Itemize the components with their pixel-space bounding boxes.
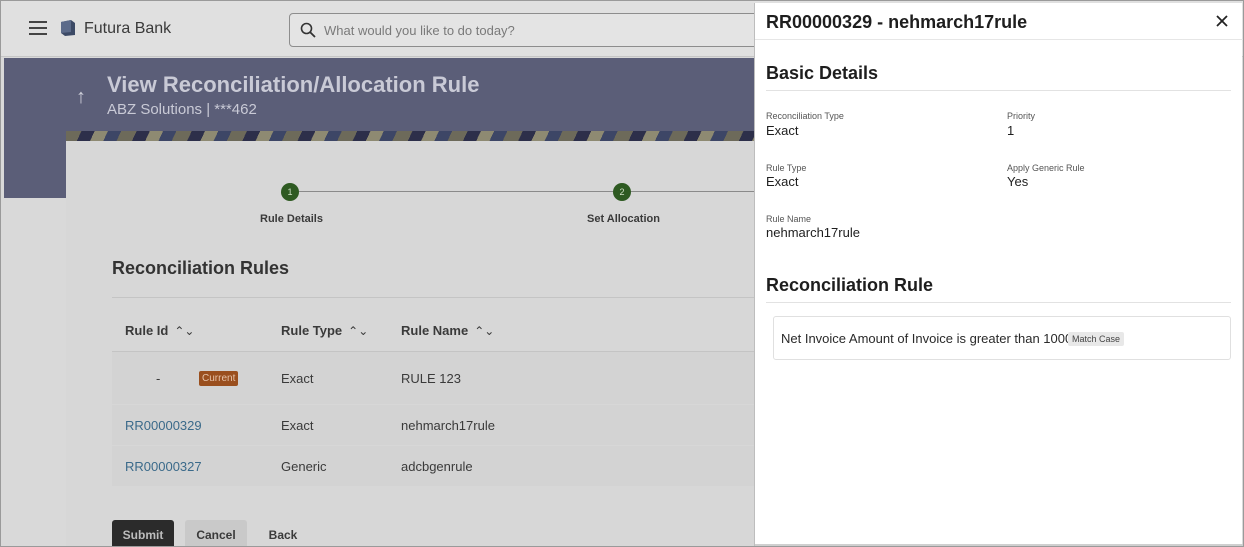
rule-type-value: Exact — [766, 174, 799, 189]
rule-type-label: Rule Type — [766, 163, 807, 173]
screen: Futura Bank What would you like to do to… — [0, 0, 1244, 547]
rule-id-cell: - — [156, 371, 161, 386]
back-button[interactable]: Back — [259, 520, 307, 546]
match-case-badge: Match Case — [1068, 332, 1125, 346]
search-placeholder: What would you like to do today? — [324, 23, 515, 38]
priority-label: Priority — [1007, 111, 1036, 121]
rule-name-cell: RULE 123 — [401, 371, 461, 386]
rules-section-title: Reconciliation Rules — [112, 258, 290, 278]
rule-name-cell: adcbgenrule — [401, 459, 473, 474]
section-divider — [766, 302, 1231, 303]
drawer-bottom-edge — [755, 544, 1243, 546]
brand-name: Futura Bank — [84, 20, 172, 37]
stepper-line — [291, 191, 761, 192]
current-badge: Current — [199, 371, 239, 386]
rule-condition-box: Net Invoice Amount of Invoice is greater… — [773, 316, 1231, 360]
step-1-indicator[interactable]: 1 — [281, 183, 299, 201]
drawer-title: RR00000329 - nehmarch17rule — [766, 12, 1028, 32]
page-subtitle: ABZ Solutions | ***462 — [107, 101, 257, 118]
page-title: View Reconciliation/Allocation Rule — [107, 72, 480, 97]
section-divider — [112, 297, 762, 298]
rule-name-value: nehmarch17rule — [766, 225, 860, 240]
cancel-button[interactable]: Cancel — [185, 520, 247, 546]
rule-details-drawer: RR00000329 - nehmarch17rule Basic Detail… — [754, 3, 1243, 546]
rule-name-cell: nehmarch17rule — [401, 418, 495, 433]
rule-type-cell: Generic — [281, 459, 327, 474]
section-divider — [766, 90, 1231, 91]
basic-details-title: Basic Details — [766, 63, 879, 83]
column-header-rule-name[interactable]: Rule Name ⌃⌄ — [401, 323, 494, 338]
step-1-label: Rule Details — [260, 213, 323, 225]
hamburger-menu-icon[interactable] — [29, 21, 47, 35]
close-icon[interactable] — [1215, 14, 1229, 28]
back-arrow-icon[interactable]: ↑ — [76, 86, 86, 109]
sort-icon[interactable]: ⌃⌄ — [474, 324, 494, 338]
step-2-indicator[interactable]: 2 — [613, 183, 631, 201]
rule-id-link[interactable]: RR00000329 — [125, 418, 202, 433]
priority-value: 1 — [1007, 123, 1015, 138]
column-header-rule-type[interactable]: Rule Type ⌃⌄ — [281, 323, 368, 338]
rule-type-cell: Exact — [281, 418, 314, 433]
decorative-stripe — [66, 131, 766, 141]
apply-generic-rule-label: Apply Generic Rule — [1007, 163, 1085, 173]
content-card — [66, 141, 766, 546]
column-header-rule-id[interactable]: Rule Id ⌃⌄ — [125, 323, 194, 338]
search-icon — [300, 22, 316, 38]
reconciliation-rule-title: Reconciliation Rule — [766, 275, 934, 295]
drawer-header-divider — [755, 39, 1243, 40]
reconciliation-type-label: Reconciliation Type — [766, 111, 844, 121]
rule-id-link[interactable]: RR00000327 — [125, 459, 202, 474]
bank-logo-icon — [61, 20, 75, 36]
reconciliation-type-value: Exact — [766, 123, 799, 138]
rule-name-label: Rule Name — [766, 214, 812, 224]
rule-condition-text: Net Invoice Amount of Invoice is greater… — [781, 331, 1073, 346]
submit-button[interactable]: Submit — [112, 520, 174, 546]
sort-icon[interactable]: ⌃⌄ — [348, 324, 368, 338]
step-2-label: Set Allocation — [587, 213, 660, 225]
rule-type-cell: Exact — [281, 371, 314, 386]
search-input[interactable]: What would you like to do today? — [289, 13, 769, 47]
apply-generic-rule-value: Yes — [1007, 174, 1029, 189]
sort-icon[interactable]: ⌃⌄ — [174, 324, 194, 338]
